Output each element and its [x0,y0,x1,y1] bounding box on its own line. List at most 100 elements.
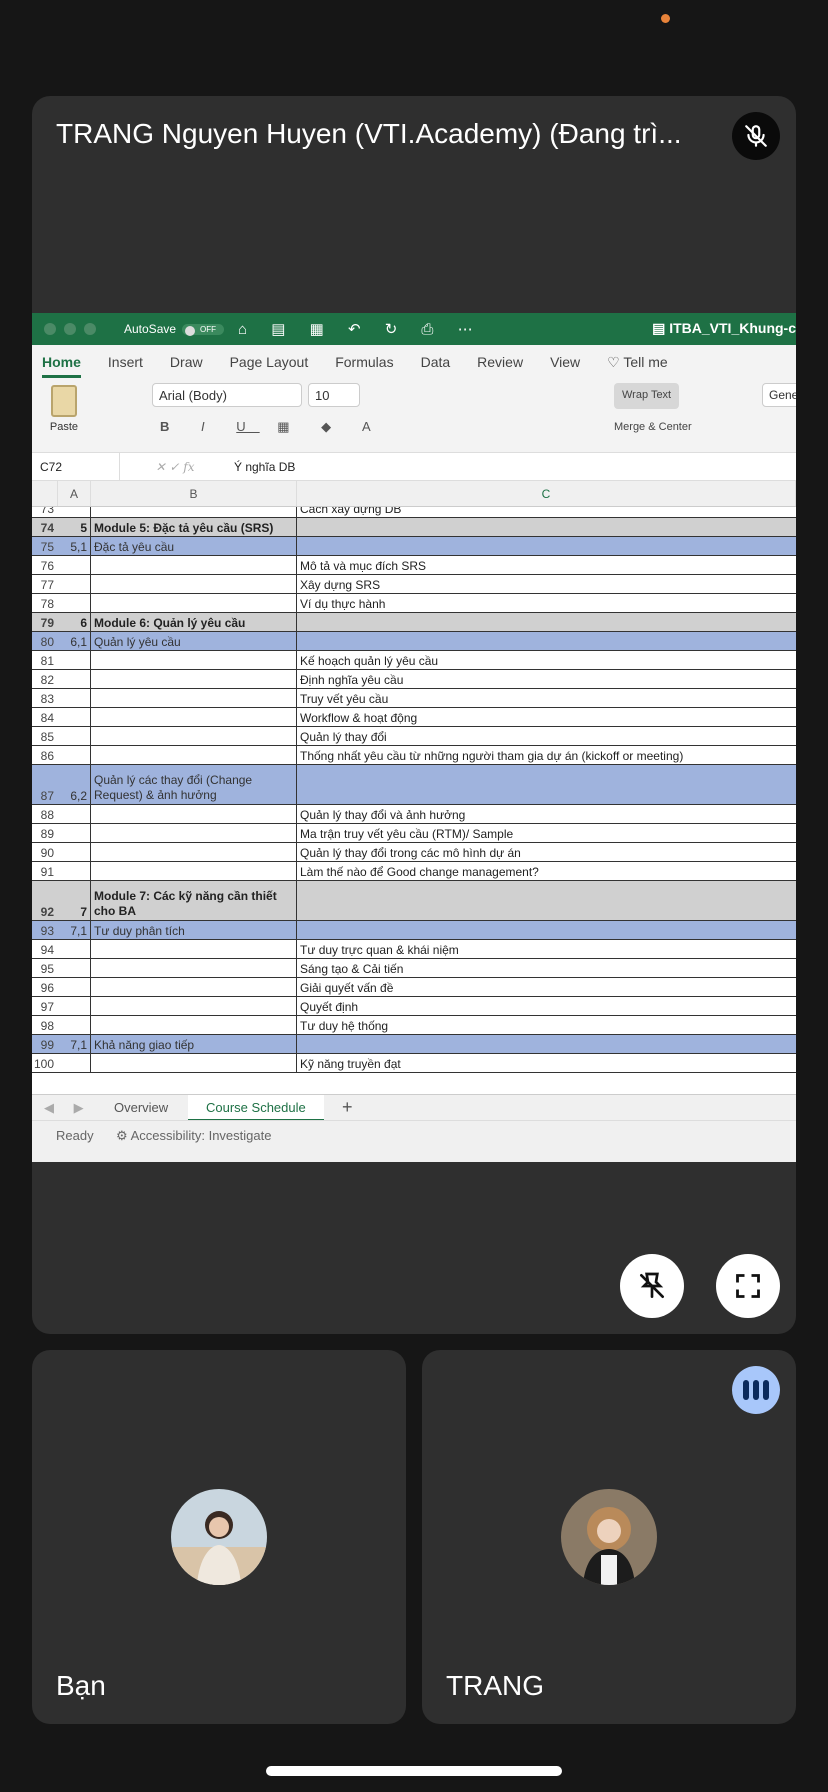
cell-c [297,613,796,631]
cell-c: Ví dụ thực hành [300,597,386,611]
row-number: 92 [40,905,54,919]
row-number: 98 [40,1019,54,1033]
status-accessibility: ⚙ Accessibility: Investigate [116,1128,272,1143]
tab-view: View [550,354,581,370]
row-number: 82 [40,673,54,687]
cell-b [91,708,297,726]
tab-review: Review [477,354,524,370]
speaking-indicator-icon [732,1366,780,1414]
merge-center-button: Merge & Center [614,421,692,433]
sheet-nav-arrows: ◀ ▶ [44,1100,92,1115]
table-row: 83 Truy vết yêu cầu [32,689,796,708]
cell-a [58,746,91,764]
row-number: 83 [40,692,54,706]
cell-b: Quản lý các thay đổi (Change Request) & … [91,765,297,804]
table-row: 74 5 Module 5: Đặc tả yêu cầu (SRS) [32,518,796,537]
cell-a [58,575,91,593]
meet-screen: TRANG Nguyen Huyen (VTI.Academy) (Đang t… [0,0,828,1792]
participant-name-trang: TRANG [446,1670,544,1701]
format-buttons: B I U ▦ ◆ A [160,419,385,434]
unpin-icon [640,1272,664,1298]
participant-tile-trang[interactable]: TRANG [422,1350,796,1724]
cell-b [91,959,297,977]
cell-b [91,670,297,688]
font-name-box: Arial (Body) [152,383,302,407]
tab-home: Home [42,354,81,378]
row-number: 87 [40,789,54,803]
cell-b [91,746,297,764]
wrap-text-button: Wrap Text [614,383,680,409]
cell-b [91,594,297,612]
shared-screen-excel: AutoSave OFF ⌂ ▤ ▦ ↶ ↻ ⎙ ⋯ ▤ ITBA_VTI_Kh… [32,313,796,1162]
row-number: 76 [40,559,54,573]
cell-c: Mô tả và mục đích SRS [300,559,427,573]
row-number: 77 [40,578,54,592]
unpin-button[interactable] [620,1254,684,1318]
cell-b: Khả năng giao tiếp [91,1035,297,1053]
cell-c: Làm thế nào để Good change management? [300,865,539,879]
cell-a [58,727,91,745]
row-number: 73 [40,507,54,516]
row-number: 99 [40,1038,54,1052]
cell-b [91,862,297,880]
column-c-header: C [297,481,796,506]
cell-a [58,1054,91,1072]
row-number: 74 [40,521,54,535]
cell-b [91,651,297,669]
table-row: 94 Tư duy trực quan & khái niệm [32,940,796,959]
accessibility-text: Accessibility: Investigate [130,1128,272,1143]
table-row: 98 Tư duy hệ thống [32,1016,796,1035]
row-number: 94 [40,943,54,957]
row-number: 93 [40,924,54,938]
cell-b [91,940,297,958]
presenter-tile[interactable]: TRANG Nguyen Huyen (VTI.Academy) (Đang t… [32,96,796,1334]
cell-b [91,556,297,574]
cell-b: Đặc tả yêu cầu [91,537,297,555]
mic-off-icon [732,112,780,160]
table-row: 79 6 Module 6: Quản lý yêu cầu [32,613,796,632]
cell-a [58,1016,91,1034]
table-row: 91 Làm thế nào để Good change management? [32,862,796,881]
table-row: 88 Quản lý thay đổi và ảnh hưởng [32,805,796,824]
fullscreen-button[interactable] [716,1254,780,1318]
row-number: 89 [40,827,54,841]
tell-me-label: Tell me [623,353,668,370]
row-number: 95 [40,962,54,976]
cell-a [58,594,91,612]
row-number: 78 [40,597,54,611]
fullscreen-icon [736,1274,760,1298]
font-size-box: 10 [308,383,360,407]
cell-c [297,1035,796,1053]
cell-b [91,689,297,707]
home-indicator[interactable] [266,1766,562,1776]
row-number: 75 [40,540,54,554]
avatar [171,1489,267,1585]
table-row: 86 Thống nhất yêu cầu từ những người tham… [32,746,796,765]
ribbon-tabs: Home Insert Draw Page Layout Formulas Da… [32,345,796,379]
cell-c [297,921,796,939]
cell-c: Quản lý thay đổi và ảnh hưởng [300,808,466,822]
cell-b [91,843,297,861]
table-row: 92 7 Module 7: Các kỹ năng cần thiết cho B… [32,881,796,921]
cell-c: Tư duy trực quan & khái niệm [300,943,459,957]
cell-a: 7,1 [58,921,91,939]
cell-a [58,824,91,842]
cell-c: Xây dựng SRS [300,578,381,592]
cell-c: Truy vết yêu cầu [300,692,389,706]
table-row: 100 Kỹ năng truyền đạt [32,1054,796,1073]
autosave-label: AutoSave [124,322,177,336]
cell-a: 6,1 [58,632,91,650]
row-number: 88 [40,808,54,822]
tab-page-layout: Page Layout [229,354,309,370]
table-row: 82 Định nghĩa yêu cầu [32,670,796,689]
table-row: 76 Mô tả và mục đích SRS [32,556,796,575]
cell-a [58,940,91,958]
table-row: 85 Quản lý thay đổi [32,727,796,746]
cell-c [297,518,796,536]
formula-bar: C72 ✕ ✓ fx Ý nghĩa DB [32,453,796,481]
tab-draw: Draw [169,354,203,370]
table-row: 93 7,1 Tư duy phân tích [32,921,796,940]
participant-tile-you[interactable]: Bạn [32,1350,406,1724]
cell-c: Kỹ năng truyền đạt [300,1057,401,1071]
cell-c: Sáng tạo & Cải tiến [300,962,404,976]
